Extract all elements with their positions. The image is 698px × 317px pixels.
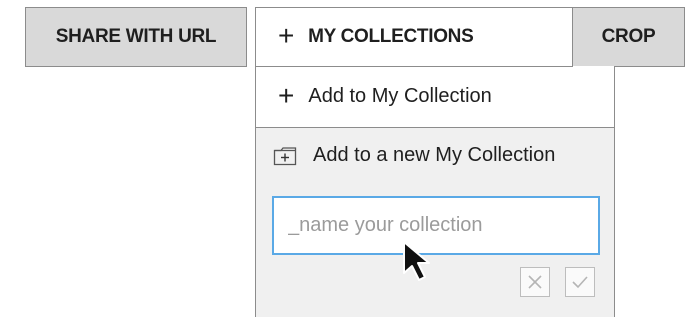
my-collections-label: MY COLLECTIONS: [308, 26, 474, 47]
crop-label: CROP: [601, 26, 656, 47]
my-collections-button[interactable]: + MY COLLECTIONS: [255, 7, 573, 67]
share-with-url-label: SHARE WITH URL: [55, 26, 217, 47]
crop-button[interactable]: CROP: [572, 7, 685, 67]
add-to-my-collection-label: Add to My Collection: [308, 85, 492, 107]
add-to-my-collection-item[interactable]: + Add to My Collection: [256, 66, 614, 128]
folder-add-icon: [273, 146, 297, 165]
add-to-new-collection-label: Add to a new My Collection: [313, 144, 556, 166]
mouse-pointer-icon: [403, 241, 430, 281]
plus-icon: +: [278, 79, 295, 111]
new-collection-panel: Add to a new My Collection: [256, 128, 614, 317]
collections-toolbar-stage: SHARE WITH URL + MY COLLECTIONS CROP + A…: [0, 0, 698, 317]
plus-icon: +: [278, 20, 295, 51]
close-icon: [528, 275, 542, 289]
cancel-button[interactable]: [520, 267, 550, 297]
check-icon: [572, 276, 588, 289]
share-with-url-button[interactable]: SHARE WITH URL: [25, 7, 247, 67]
confirm-button[interactable]: [565, 267, 595, 297]
add-to-new-collection-heading: Add to a new My Collection: [273, 144, 555, 167]
